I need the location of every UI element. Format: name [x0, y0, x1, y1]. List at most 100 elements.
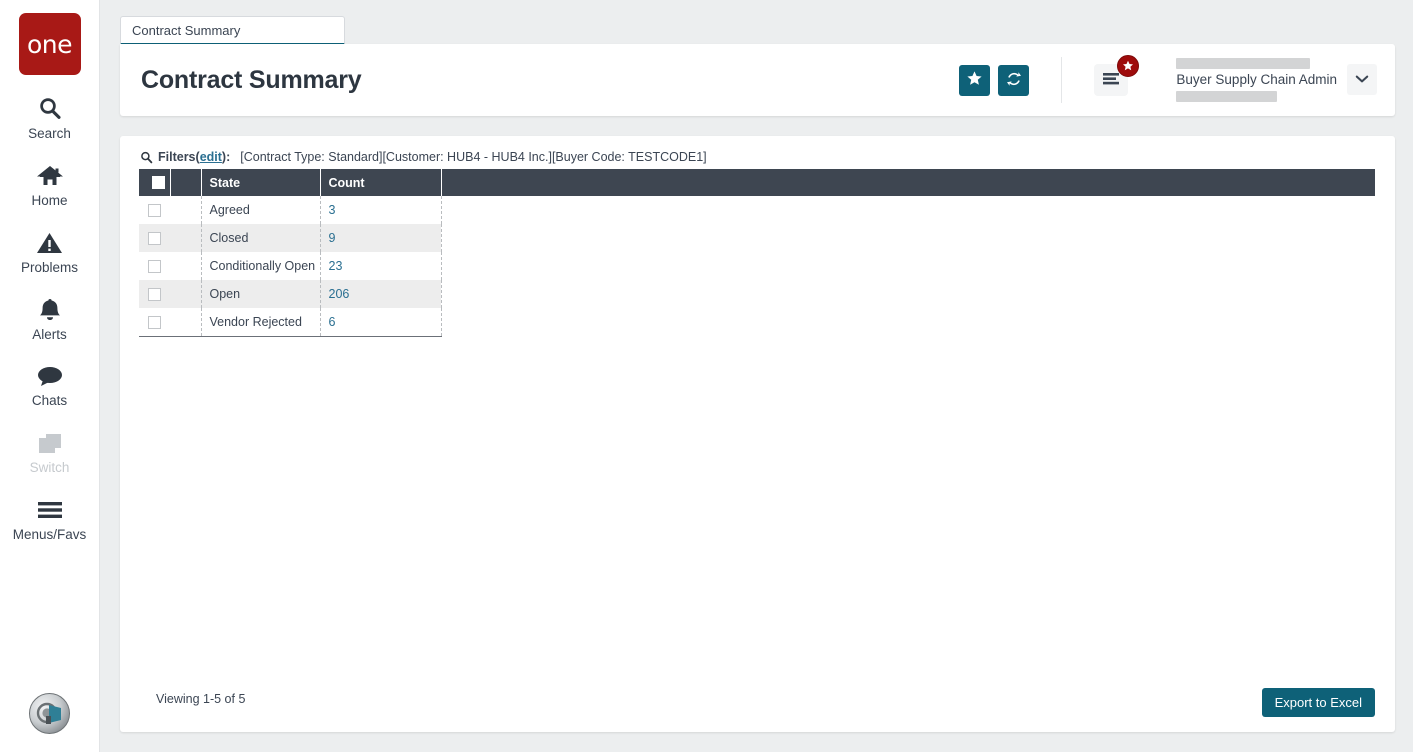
count-link[interactable]: 9 — [329, 231, 336, 245]
user-role: Buyer Supply Chain Admin — [1176, 72, 1337, 88]
row-select-cell — [139, 252, 170, 280]
table-row[interactable]: Open 206 — [139, 280, 1375, 308]
sidebar-item-problems[interactable]: Problems — [0, 228, 100, 276]
viewing-count: Viewing 1-5 of 5 — [156, 692, 246, 706]
filters-bar: Filters ( edit ): [Contract Type: Standa… — [140, 150, 707, 164]
state-header[interactable]: State — [201, 169, 321, 196]
row-count-cell: 206 — [320, 280, 442, 308]
hamburger-icon — [36, 495, 64, 525]
row-checkbox[interactable] — [148, 260, 161, 274]
user-menu[interactable]: Buyer Supply Chain Admin — [1176, 58, 1377, 102]
sidebar-label-chats: Chats — [31, 393, 68, 409]
table-body: Agreed 3 Closed 9 Conditionally Open 23 … — [139, 196, 1375, 337]
sidebar-label-home: Home — [31, 192, 68, 208]
row-checkbox[interactable] — [148, 232, 161, 246]
empty-header — [441, 169, 1375, 196]
row-state-cell: Closed — [201, 224, 321, 252]
sidebar-item-switch[interactable]: Switch — [0, 428, 100, 476]
contract-summary-table: State Count Agreed 3 Closed 9 Conditiona… — [139, 169, 1375, 337]
page-title: Contract Summary — [141, 65, 362, 94]
avatar-image — [29, 693, 70, 734]
sidebar-label-alerts: Alerts — [32, 326, 67, 342]
row-spacer-cell — [170, 196, 202, 224]
tab-label: Contract Summary — [132, 22, 241, 38]
row-rest-cell — [441, 280, 1375, 308]
chevron-down-icon — [1355, 72, 1369, 87]
home-icon — [36, 161, 64, 191]
tab-contract-summary[interactable]: Contract Summary — [120, 16, 345, 45]
row-select-cell — [139, 224, 170, 252]
sidebar-item-search[interactable]: Search — [0, 94, 100, 142]
filters-label: Filters — [158, 150, 196, 164]
sidebar-label-switch: Switch — [29, 460, 70, 476]
sidebar-item-alerts[interactable]: Alerts — [0, 295, 100, 343]
table-row[interactable]: Conditionally Open 23 — [139, 252, 1375, 280]
sidebar-label-search: Search — [28, 126, 71, 141]
row-state-cell: Conditionally Open — [201, 252, 321, 280]
header-actions: Buyer Supply Chain Admin — [959, 55, 1395, 103]
logo-text: one — [26, 29, 73, 59]
export-to-excel-button[interactable]: Export to Excel — [1261, 688, 1375, 717]
table-header-row: State Count — [139, 169, 1375, 196]
star-icon — [966, 70, 983, 90]
chat-bubble-icon — [36, 361, 64, 391]
hamburger-menu-icon — [1102, 71, 1121, 89]
row-count-cell: 9 — [320, 224, 442, 252]
sidebar-item-menus-favs[interactable]: Menus/Favs — [0, 495, 100, 543]
select-all-header — [139, 169, 171, 196]
bell-icon — [38, 295, 62, 325]
user-org-redacted — [1176, 90, 1278, 102]
row-spacer-cell — [170, 224, 202, 252]
row-select-cell — [139, 196, 170, 224]
table-row[interactable]: Agreed 3 — [139, 196, 1375, 224]
switch-windows-icon — [37, 428, 63, 458]
user-menu-caret-button[interactable] — [1347, 64, 1377, 96]
avatar[interactable] — [29, 693, 70, 734]
sidebar-label-problems: Problems — [20, 259, 79, 275]
count-link[interactable]: 23 — [329, 259, 343, 273]
row-rest-cell — [441, 252, 1375, 280]
count-link[interactable]: 3 — [329, 203, 336, 217]
row-rest-cell — [441, 196, 1375, 224]
row-count-cell: 3 — [320, 196, 442, 224]
filters-close-paren: ): — [221, 150, 231, 164]
left-sidebar: one Search Home Problems Alerts Chats Sw… — [0, 0, 100, 752]
table-row[interactable]: Closed 9 — [139, 224, 1375, 252]
sidebar-item-chats[interactable]: Chats — [0, 361, 100, 409]
row-count-cell: 23 — [320, 252, 442, 280]
filters-values: [Contract Type: Standard][Customer: HUB4… — [240, 150, 707, 164]
user-name-redacted — [1176, 58, 1311, 70]
content-panel: Filters ( edit ): [Contract Type: Standa… — [120, 136, 1395, 732]
filters-edit-link[interactable]: edit — [200, 150, 222, 164]
spacer-header — [170, 169, 202, 196]
count-link[interactable]: 6 — [329, 315, 336, 329]
table-header: State Count — [139, 169, 1375, 196]
row-checkbox[interactable] — [148, 204, 161, 218]
favorite-button[interactable] — [959, 64, 991, 96]
table-row[interactable]: Vendor Rejected 6 — [139, 308, 1375, 337]
one-network-logo[interactable]: one — [18, 13, 81, 75]
row-state-cell: Open — [201, 280, 321, 308]
star-badge-icon[interactable] — [1117, 55, 1140, 77]
summary-grid: State Count Agreed 3 Closed 9 Conditiona… — [139, 169, 1375, 337]
row-spacer-cell — [170, 280, 202, 308]
row-rest-cell — [441, 308, 1375, 336]
user-texts: Buyer Supply Chain Admin — [1176, 58, 1337, 102]
refresh-button[interactable] — [998, 64, 1030, 96]
row-rest-cell — [441, 224, 1375, 252]
row-select-cell — [139, 280, 170, 308]
header-divider — [1061, 57, 1063, 103]
sidebar-item-home[interactable]: Home — [0, 161, 100, 209]
count-header[interactable]: Count — [320, 169, 442, 196]
count-link[interactable]: 206 — [329, 287, 350, 301]
row-spacer-cell — [170, 308, 202, 337]
row-spacer-cell — [170, 252, 202, 280]
row-checkbox[interactable] — [148, 288, 161, 302]
search-icon — [37, 94, 63, 124]
search-icon — [140, 151, 153, 164]
menu-button-wrapper — [1094, 55, 1140, 96]
select-all-checkbox[interactable] — [151, 176, 165, 189]
tab-strip: Contract Summary — [120, 16, 1395, 45]
row-checkbox[interactable] — [148, 315, 161, 329]
row-count-cell: 6 — [320, 308, 442, 337]
